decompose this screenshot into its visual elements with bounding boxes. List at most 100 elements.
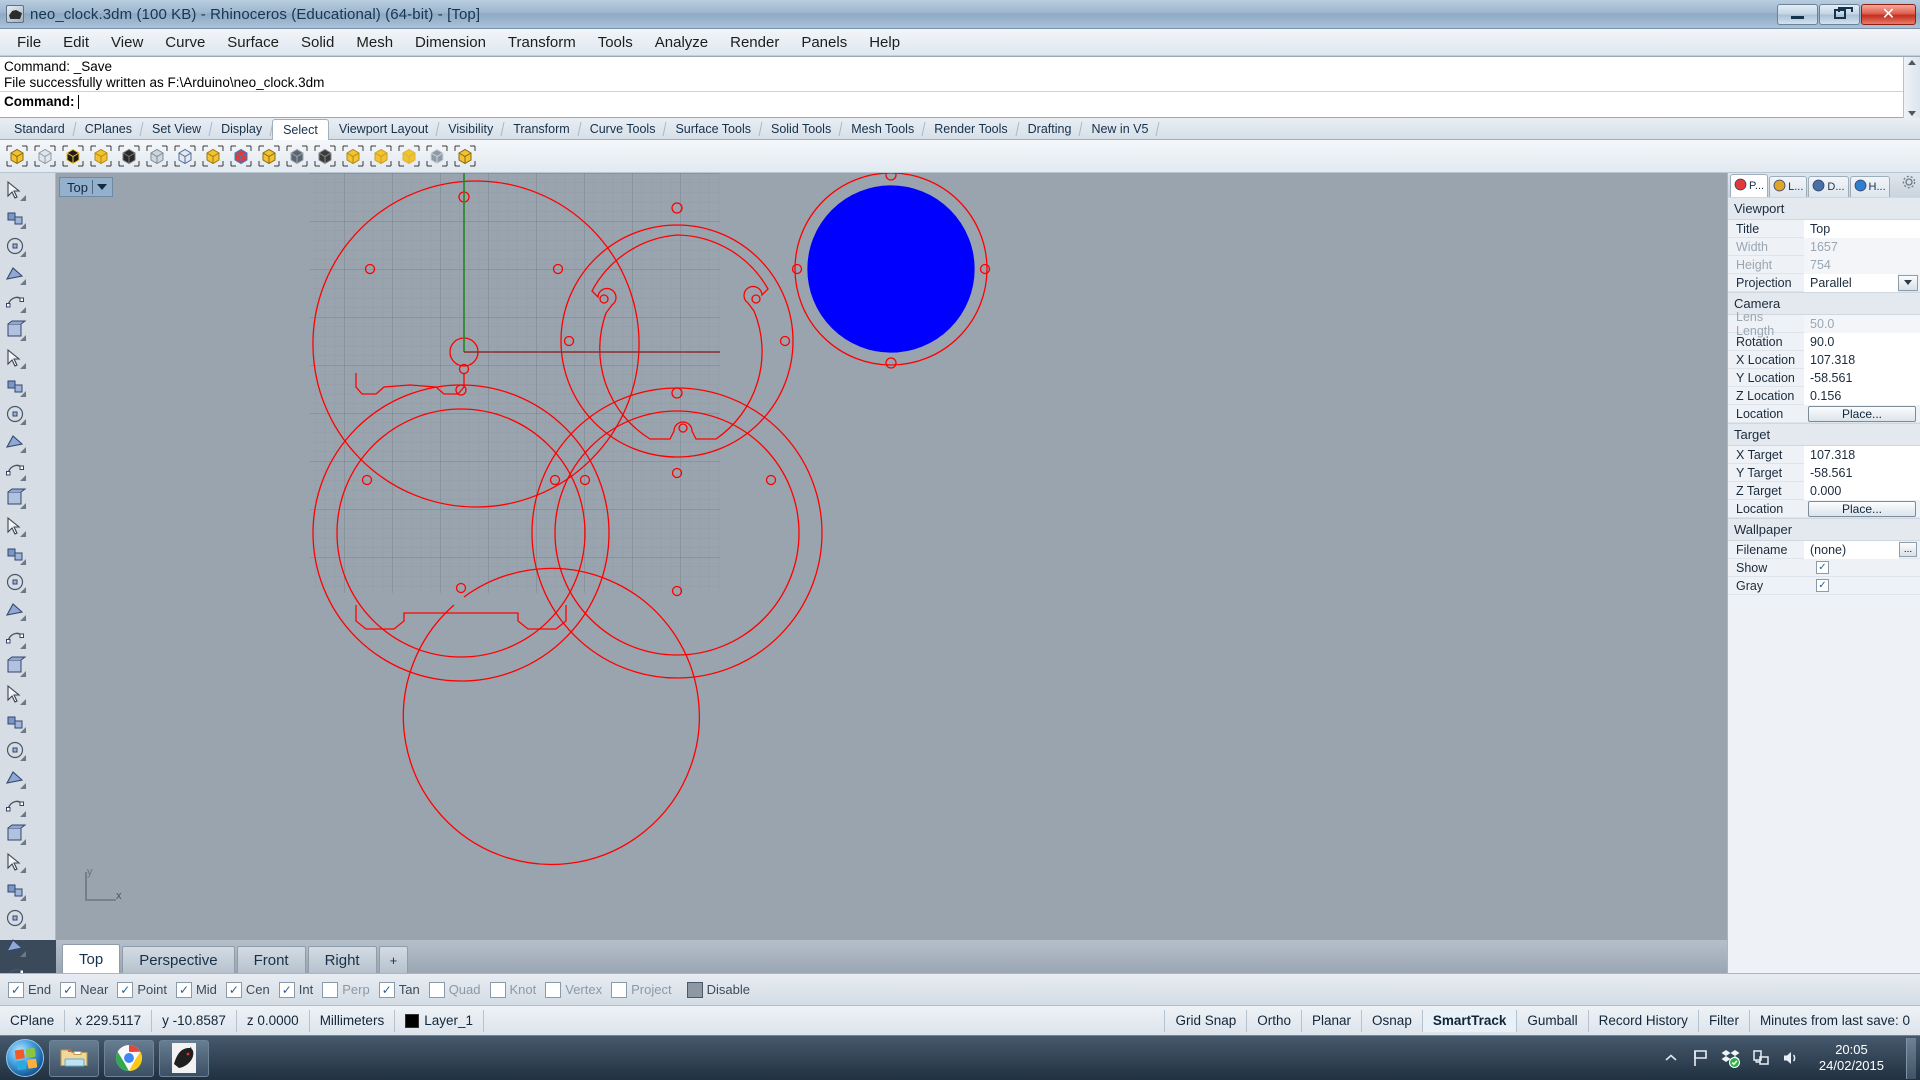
status-toggle-ortho[interactable]: Ortho [1247, 1009, 1303, 1032]
menu-item-curve[interactable]: Curve [154, 31, 216, 54]
ellipse-icon[interactable] [2, 316, 28, 344]
osnap-near[interactable]: Near [60, 981, 108, 998]
toolbar-tab-curve-tools[interactable]: Curve Tools [580, 119, 666, 139]
select-hatches-icon[interactable] [396, 144, 421, 169]
osnap-checkbox-point[interactable] [117, 981, 134, 998]
dropbox-icon[interactable] [1721, 1048, 1741, 1068]
osnap-mid[interactable]: Mid [175, 981, 217, 998]
taskbar-google-chrome[interactable] [104, 1039, 154, 1077]
property-place-button[interactable]: Place... [1808, 405, 1916, 422]
selection-tools-icon[interactable] [2, 176, 28, 204]
select-lights-icon[interactable] [368, 144, 393, 169]
transform-tools-icon[interactable] [2, 876, 28, 904]
property-value[interactable]: -58.561 [1804, 463, 1920, 482]
taskbar-rhinoceros[interactable] [159, 1039, 209, 1077]
property-value[interactable]: Top [1804, 219, 1920, 238]
osnap-int[interactable]: Int [278, 981, 313, 998]
text-object-icon[interactable] [2, 848, 28, 876]
toolbar-tab-cplanes[interactable]: CPlanes [75, 119, 142, 139]
select-by-name-icon[interactable] [172, 144, 197, 169]
status-toggle-filter[interactable]: Filter [1699, 1009, 1750, 1032]
split-icon[interactable] [2, 708, 28, 736]
property-value[interactable]: Parallel [1804, 273, 1898, 292]
toolbar-tab-mesh-tools[interactable]: Mesh Tools [841, 119, 924, 139]
property-value[interactable]: 90.0 [1804, 332, 1920, 351]
action-center-flag-icon[interactable] [1691, 1048, 1711, 1068]
box-solid-icon[interactable] [2, 512, 28, 540]
status-toggle-smarttrack[interactable]: SmartTrack [1422, 1009, 1518, 1032]
status-toggle-planar[interactable]: Planar [1302, 1009, 1363, 1032]
viewport-tab-top[interactable]: Top [62, 944, 121, 973]
property-value[interactable]: 0.156 [1804, 386, 1920, 405]
fillet-curves-icon[interactable] [2, 792, 28, 820]
select-last-icon[interactable] [88, 144, 113, 169]
invert-selection-icon[interactable] [60, 144, 85, 169]
menu-item-analyze[interactable]: Analyze [644, 31, 719, 54]
command-scrollbar[interactable] [1903, 57, 1920, 119]
toolbar-tab-standard[interactable]: Standard [4, 119, 75, 139]
point-object-icon[interactable] [2, 204, 28, 232]
toolbar-tab-solid-tools[interactable]: Solid Tools [761, 119, 841, 139]
viewport-tab-right[interactable]: Right [307, 946, 377, 973]
gear-icon[interactable] [1902, 175, 1916, 194]
command-input-row[interactable]: Command: [0, 91, 1920, 111]
toolbar-tab-drafting[interactable]: Drafting [1018, 119, 1082, 139]
property-value[interactable]: -58.561 [1804, 368, 1920, 387]
osnap-project[interactable]: Project [611, 981, 672, 998]
select-meshes-icon[interactable] [340, 144, 365, 169]
select-previous-icon[interactable] [116, 144, 141, 169]
osnap-checkbox-quad[interactable] [428, 981, 445, 998]
viewport-tab-add[interactable]: + [378, 946, 409, 973]
cylinder-solid-icon[interactable] [2, 568, 28, 596]
osnap-disable-checkbox[interactable] [686, 981, 703, 998]
status-toggle-gumball[interactable]: Gumball [1517, 1009, 1589, 1032]
toolbar-tab-set-view[interactable]: Set View [142, 119, 211, 139]
osnap-checkbox-mid[interactable] [175, 981, 192, 998]
network-icon[interactable] [1751, 1048, 1771, 1068]
osnap-quad[interactable]: Quad [428, 981, 481, 998]
menu-item-mesh[interactable]: Mesh [345, 31, 404, 54]
osnap-checkbox-perp[interactable] [322, 981, 339, 998]
osnap-checkbox-near[interactable] [60, 981, 77, 998]
osnap-tan[interactable]: Tan [378, 981, 420, 998]
osnap-checkbox-end[interactable] [8, 981, 24, 998]
extrude-icon[interactable] [2, 932, 28, 960]
property-checkbox-show[interactable]: ✓ [1816, 561, 1829, 574]
properties-tab-display[interactable]: D... [1808, 176, 1849, 197]
menu-item-help[interactable]: Help [858, 31, 911, 54]
mesh-tools-icon[interactable] [2, 596, 28, 624]
osnap-checkbox-project[interactable] [611, 981, 628, 998]
taskbar-file-explorer[interactable] [49, 1039, 99, 1077]
osnap-knot[interactable]: Knot [489, 981, 536, 998]
osnap-perp[interactable]: Perp [322, 981, 370, 998]
maximize-button[interactable] [1819, 3, 1860, 25]
show-hidden-icons-icon[interactable] [1661, 1048, 1681, 1068]
select-polysurfaces-icon[interactable] [200, 144, 225, 169]
osnap-checkbox-cen[interactable] [225, 981, 242, 998]
scroll-up-icon[interactable] [1908, 60, 1916, 65]
viewport-title-label[interactable]: Top [59, 177, 113, 197]
toolbar-tab-render-tools[interactable]: Render Tools [924, 119, 1017, 139]
offset-curve-icon[interactable] [2, 820, 28, 848]
property-checkbox-gray[interactable]: ✓ [1816, 579, 1829, 592]
toolbar-tab-viewport-layout[interactable]: Viewport Layout [329, 119, 438, 139]
status-toggle-osnap[interactable]: Osnap [1362, 1009, 1423, 1032]
curve-interpolate-icon[interactable] [2, 260, 28, 288]
property-place-button[interactable]: Place... [1808, 500, 1916, 517]
osnap-checkbox-vertex[interactable] [545, 981, 562, 998]
select-none-icon[interactable] [32, 144, 57, 169]
scroll-down-icon[interactable] [1908, 111, 1916, 116]
start-button[interactable] [6, 1039, 44, 1077]
osnap-checkbox-tan[interactable] [378, 981, 395, 998]
property-dropdown-button[interactable] [1898, 274, 1918, 291]
osnap-checkbox-knot[interactable] [489, 981, 506, 998]
explode-icon[interactable] [2, 652, 28, 680]
property-value[interactable]: 0.000 [1804, 481, 1920, 500]
menu-item-edit[interactable]: Edit [52, 31, 100, 54]
property-value[interactable]: 107.318 [1804, 445, 1920, 464]
menu-item-surface[interactable]: Surface [216, 31, 290, 54]
menu-item-panels[interactable]: Panels [790, 31, 858, 54]
property-value[interactable]: (none) [1804, 540, 1899, 559]
layer-tools-icon[interactable] [2, 736, 28, 764]
menu-item-solid[interactable]: Solid [290, 31, 345, 54]
